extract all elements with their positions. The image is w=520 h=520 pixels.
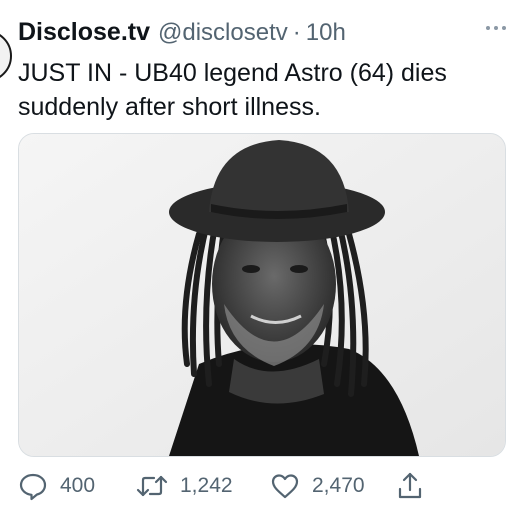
portrait-photo (19, 134, 505, 456)
share-button[interactable] (396, 471, 436, 501)
timestamp[interactable]: 10h (306, 19, 346, 47)
dot (502, 26, 506, 30)
retweet-button[interactable]: 1,242 (136, 471, 270, 501)
tweet-header: Disclose.tv @disclosetv · 10h (18, 18, 510, 52)
reply-count: 400 (60, 474, 96, 497)
tweet-actions: 400 1,242 2,470 (18, 466, 436, 506)
user-handle[interactable]: @disclosetv (158, 19, 288, 47)
like-button[interactable]: 2,470 (270, 471, 396, 501)
avatar[interactable] (0, 30, 12, 82)
tweet-card[interactable]: Disclose.tv @disclosetv · 10h JUST IN - … (0, 0, 520, 520)
like-count: 2,470 (312, 474, 365, 497)
dot (486, 26, 490, 30)
retweet-count: 1,242 (180, 474, 233, 497)
dot (494, 26, 498, 30)
display-name[interactable]: Disclose.tv (18, 18, 150, 47)
heart-icon (271, 474, 299, 499)
retweet-arrows-icon (136, 475, 168, 497)
share-upload-icon (398, 472, 422, 499)
tweet-text: JUST IN - UB40 legend Astro (64) dies su… (18, 59, 447, 121)
reply-button[interactable]: 400 (18, 471, 136, 501)
more-dots-icon[interactable] (486, 26, 506, 30)
tweet-photo[interactable] (18, 133, 506, 457)
separator-dot: · (292, 19, 301, 46)
speech-bubble-icon (19, 473, 47, 501)
